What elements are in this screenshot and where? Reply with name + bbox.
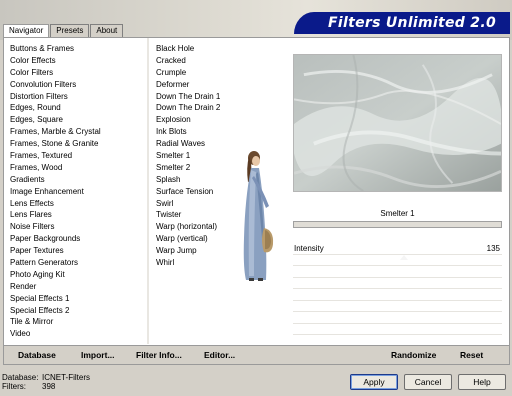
- category-item[interactable]: Color Filters: [10, 67, 145, 79]
- category-item[interactable]: Pattern Generators: [10, 257, 145, 269]
- category-list[interactable]: Buttons & Frames Color Effects Color Filte…: [10, 43, 145, 340]
- filters-count-label: Filters:: [2, 382, 26, 391]
- param-empty-row: [293, 289, 502, 301]
- category-item[interactable]: Gradients: [10, 174, 145, 186]
- filter-preview-image: [293, 54, 502, 192]
- filter-item[interactable]: Ink Blots: [156, 126, 291, 138]
- category-item[interactable]: Color Effects: [10, 55, 145, 67]
- reset-button[interactable]: Reset: [460, 349, 483, 361]
- list-divider: [147, 38, 149, 344]
- woman-figure-image: [243, 151, 274, 281]
- editor-button[interactable]: Editor...: [204, 349, 235, 361]
- category-item[interactable]: Lens Effects: [10, 198, 145, 210]
- category-item[interactable]: Frames, Stone & Granite: [10, 138, 145, 150]
- category-item[interactable]: Edges, Square: [10, 114, 145, 126]
- category-item[interactable]: Edges, Round: [10, 102, 145, 114]
- category-item[interactable]: Special Effects 2: [10, 305, 145, 317]
- current-filter-name: Smelter 1: [380, 209, 415, 218]
- filter-item[interactable]: Down The Drain 1: [156, 91, 291, 103]
- category-item[interactable]: Paper Backgrounds: [10, 233, 145, 245]
- import-button[interactable]: Import...: [81, 349, 115, 361]
- database-label: Database:: [2, 373, 39, 382]
- filter-item[interactable]: Deformer: [156, 79, 291, 91]
- filter-item[interactable]: Black Hole: [156, 43, 291, 55]
- param-empty-row: [293, 278, 502, 289]
- filter-item[interactable]: Down The Drain 2: [156, 102, 291, 114]
- param-empty-row: [293, 301, 502, 312]
- category-item[interactable]: Frames, Marble & Crystal: [10, 126, 145, 138]
- category-item[interactable]: Buttons & Frames: [10, 43, 145, 55]
- param-empty-row: [293, 266, 502, 278]
- category-item[interactable]: Tile & Mirror: [10, 316, 145, 328]
- apply-button[interactable]: Apply: [350, 374, 398, 390]
- param-intensity[interactable]: Intensity 135: [293, 243, 502, 260]
- navigator-panel: Buttons & Frames Color Effects Color Filte…: [3, 37, 510, 365]
- randomize-button[interactable]: Randomize: [391, 349, 436, 361]
- tab-bar: Navigator Presets About: [3, 24, 124, 38]
- app-banner: Filters Unlimited 2.0: [294, 12, 510, 34]
- tab-presets[interactable]: Presets: [50, 24, 90, 37]
- navigator-toolbar: Database Import... Filter Info... Editor…: [4, 345, 509, 364]
- category-item[interactable]: Video: [10, 328, 145, 340]
- category-item[interactable]: Frames, Wood: [10, 162, 145, 174]
- category-item[interactable]: Paper Textures: [10, 245, 145, 257]
- filter-item[interactable]: Explosion: [156, 114, 291, 126]
- filter-item[interactable]: Cracked: [156, 55, 291, 67]
- category-item[interactable]: Convolution Filters: [10, 79, 145, 91]
- param-empty-row: [293, 324, 502, 335]
- status-info: Database: ICNET-Filters Filters: 398: [2, 373, 90, 391]
- cancel-button[interactable]: Cancel: [404, 374, 452, 390]
- category-item[interactable]: Special Effects 1: [10, 293, 145, 305]
- category-item[interactable]: Distortion Filters: [10, 91, 145, 103]
- tab-navigator[interactable]: Navigator: [3, 24, 50, 38]
- category-item[interactable]: Frames, Textured: [10, 150, 145, 162]
- parameter-list: Intensity 135: [293, 243, 502, 343]
- database-value: ICNET-Filters: [42, 373, 90, 382]
- category-item[interactable]: Lens Flares: [10, 209, 145, 221]
- filter-item[interactable]: Crumple: [156, 67, 291, 79]
- category-item[interactable]: Noise Filters: [10, 221, 145, 233]
- filter-info-button[interactable]: Filter Info...: [136, 349, 182, 361]
- category-item[interactable]: Image Enhancement: [10, 186, 145, 198]
- tab-about[interactable]: About: [90, 24, 124, 37]
- param-empty-row: [293, 312, 502, 324]
- database-button[interactable]: Database: [18, 349, 56, 361]
- category-item[interactable]: Photo Aging Kit: [10, 269, 145, 281]
- progress-bar: [293, 221, 502, 228]
- filters-count-value: 398: [42, 382, 56, 391]
- param-value: 135: [486, 244, 500, 253]
- help-button[interactable]: Help: [458, 374, 506, 390]
- category-item[interactable]: Render: [10, 281, 145, 293]
- param-empty-row: [293, 255, 502, 266]
- param-label: Intensity: [294, 244, 324, 253]
